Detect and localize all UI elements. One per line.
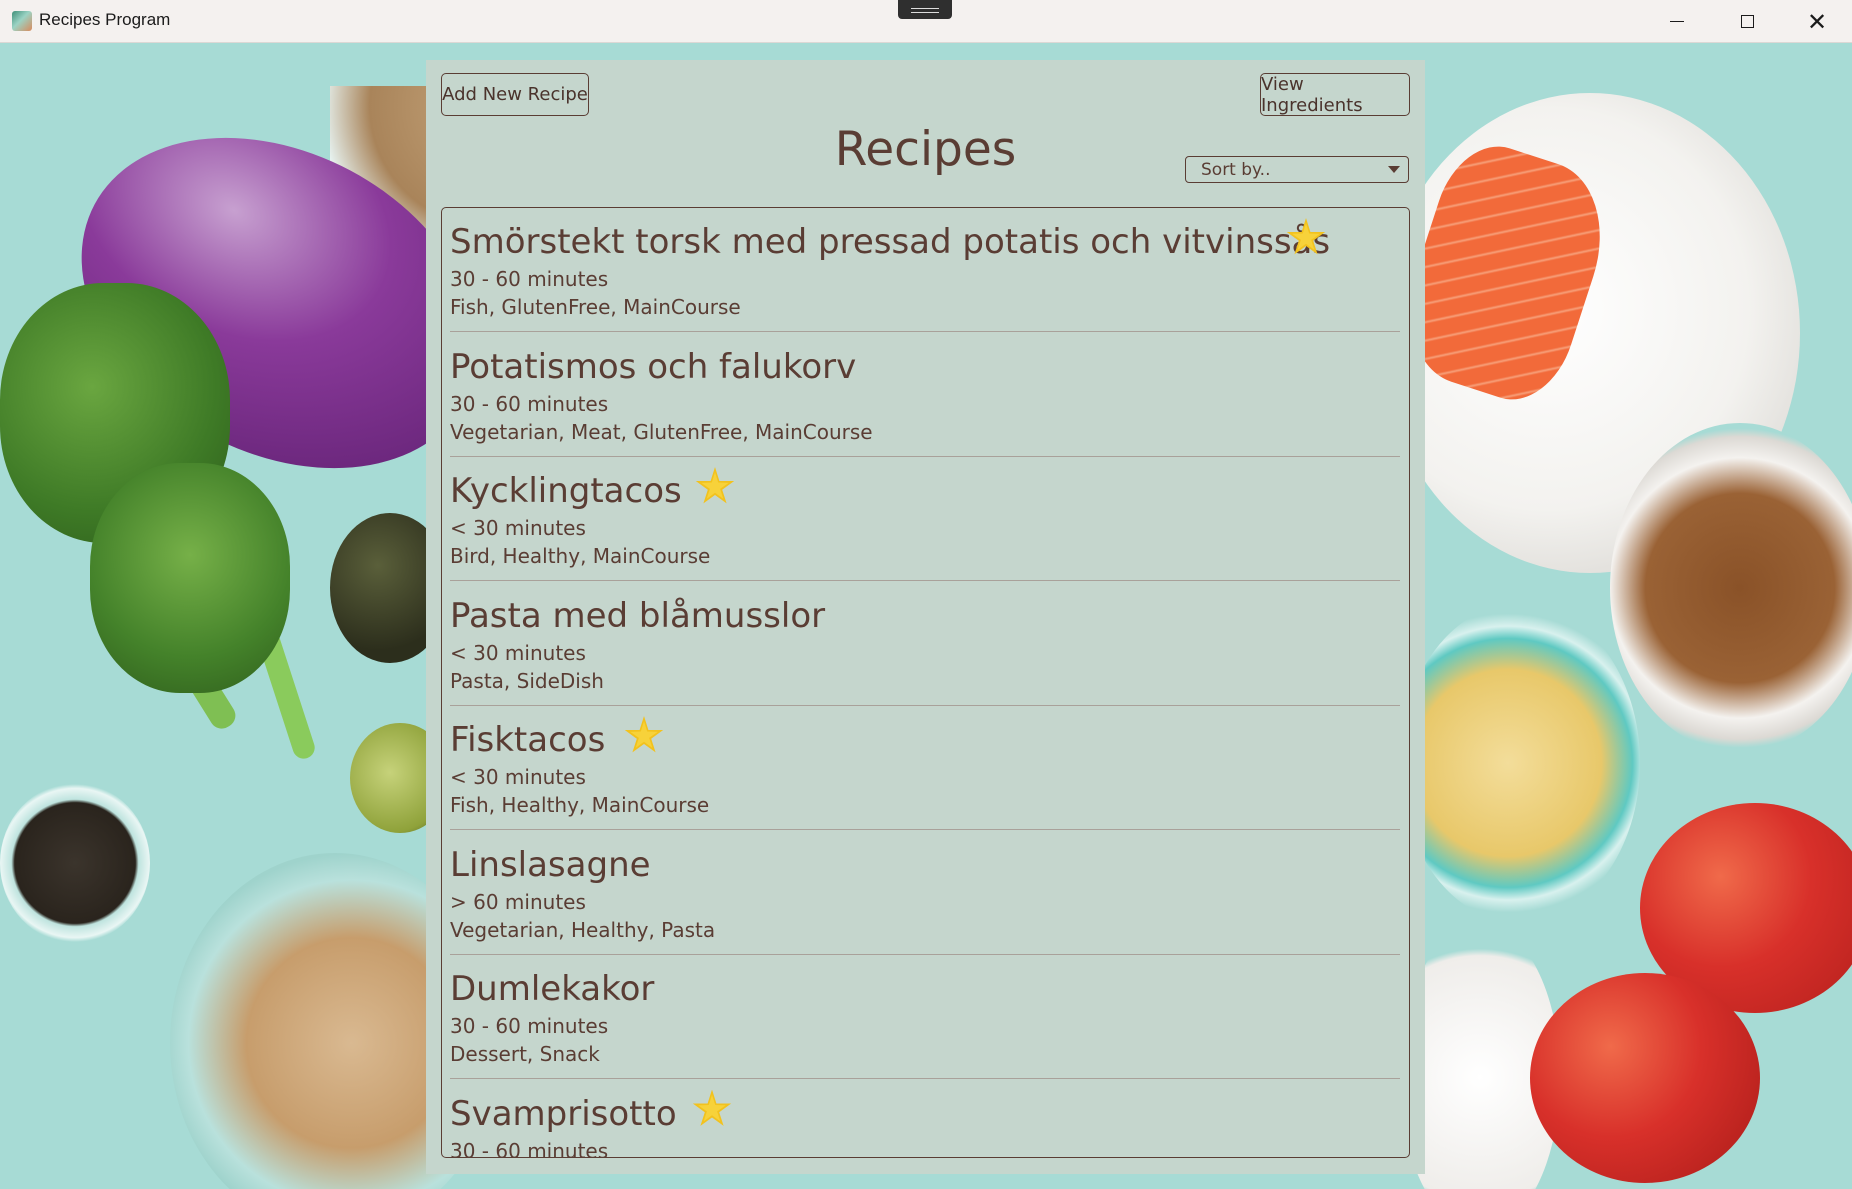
broccoli-image: [90, 463, 290, 693]
grain-bowl-image: [1610, 423, 1852, 753]
window-title: Recipes Program: [39, 10, 171, 29]
maximize-icon: [1740, 15, 1754, 28]
recipe-tags: Pasta, SideDish: [450, 668, 604, 693]
sauerkraut-bowl-image: [1400, 603, 1640, 923]
list-item[interactable]: Dumlekakor 30 - 60 minutes Dessert, Snac…: [450, 955, 1400, 1079]
list-item[interactable]: Kycklingtacos < 30 minutes Bird, Healthy…: [450, 457, 1400, 581]
view-ingredients-button[interactable]: View Ingredients: [1260, 73, 1410, 116]
app-window: Recipes Program ✕ Add New Recipe View In…: [0, 0, 1852, 1189]
recipe-name: Kycklingtacos: [450, 471, 682, 511]
list-item[interactable]: Fisktacos < 30 minutes Fish, Healthy, Ma…: [450, 706, 1400, 830]
sort-dropdown[interactable]: Sort by..: [1185, 156, 1409, 183]
recipe-tags: Dessert, Snack: [450, 1042, 600, 1066]
close-button[interactable]: ✕: [1782, 0, 1852, 43]
list-item[interactable]: Smörstekt torsk med pressad potatis och …: [450, 208, 1400, 332]
recipes-panel: Add New Recipe View Ingredients Recipes …: [426, 60, 1425, 1174]
list-item[interactable]: Pasta med blåmusslor < 30 minutes Pasta,…: [450, 582, 1400, 706]
minimize-button[interactable]: [1642, 0, 1712, 43]
recipe-time: < 30 minutes: [450, 765, 586, 789]
recipe-time: < 30 minutes: [450, 516, 586, 540]
recipe-tags: Fish, Healthy, MainCourse: [450, 793, 710, 817]
list-item[interactable]: Potatismos och falukorv 30 - 60 minutes …: [450, 333, 1400, 457]
recipe-name: Fisktacos: [450, 720, 606, 760]
recipe-time: < 30 minutes: [450, 640, 586, 665]
favorite-star-icon: [695, 467, 735, 504]
recipe-time: > 60 minutes: [450, 889, 586, 914]
recipe-tags: Fish, GlutenFree, MainCourse: [450, 295, 741, 319]
title-bar[interactable]: Recipes Program ✕: [0, 0, 1852, 43]
recipe-name: Linslasagne: [450, 844, 651, 885]
snap-layout-handle[interactable]: [898, 0, 952, 19]
recipe-time: 30 - 60 minutes: [450, 267, 609, 291]
recipes-app-icon: [12, 11, 32, 31]
chevron-down-icon: [1388, 166, 1400, 173]
favorite-star-icon: [692, 1089, 732, 1126]
recipe-time: 30 - 60 minutes: [450, 1014, 609, 1038]
recipe-name: Dumlekakor: [450, 969, 655, 1009]
close-icon: ✕: [1806, 7, 1828, 36]
recipe-tags: Bird, Healthy, MainCourse: [450, 544, 711, 568]
recipe-time: 30 - 60 minutes: [450, 391, 609, 416]
recipe-tags: Vegetarian, Healthy, Pasta: [450, 917, 716, 942]
recipe-name: Potatismos och falukorv: [450, 346, 857, 387]
apple-image: [1530, 973, 1760, 1183]
list-item[interactable]: Svamprisotto 30 - 60 minutes: [450, 1080, 1400, 1158]
list-item[interactable]: Linslasagne > 60 minutes Vegetarian, Hea…: [450, 831, 1400, 955]
minimize-icon: [1670, 21, 1684, 22]
add-new-recipe-button[interactable]: Add New Recipe: [441, 73, 589, 116]
recipe-tags: Vegetarian, Meat, GlutenFree, MainCourse: [450, 419, 873, 444]
recipe-name: Svamprisotto: [450, 1093, 677, 1134]
recipe-name: Pasta med blåmusslor: [450, 595, 826, 636]
recipe-name: Smörstekt torsk med pressad potatis och …: [450, 222, 1331, 262]
favorite-star-icon: [624, 716, 664, 753]
recipe-time: 30 - 60 minutes: [450, 1138, 609, 1158]
recipe-list[interactable]: Smörstekt torsk med pressad potatis och …: [441, 207, 1410, 1158]
sort-dropdown-label: Sort by..: [1201, 159, 1271, 180]
seed-bowl-image: [0, 783, 150, 943]
maximize-button[interactable]: [1712, 0, 1782, 43]
